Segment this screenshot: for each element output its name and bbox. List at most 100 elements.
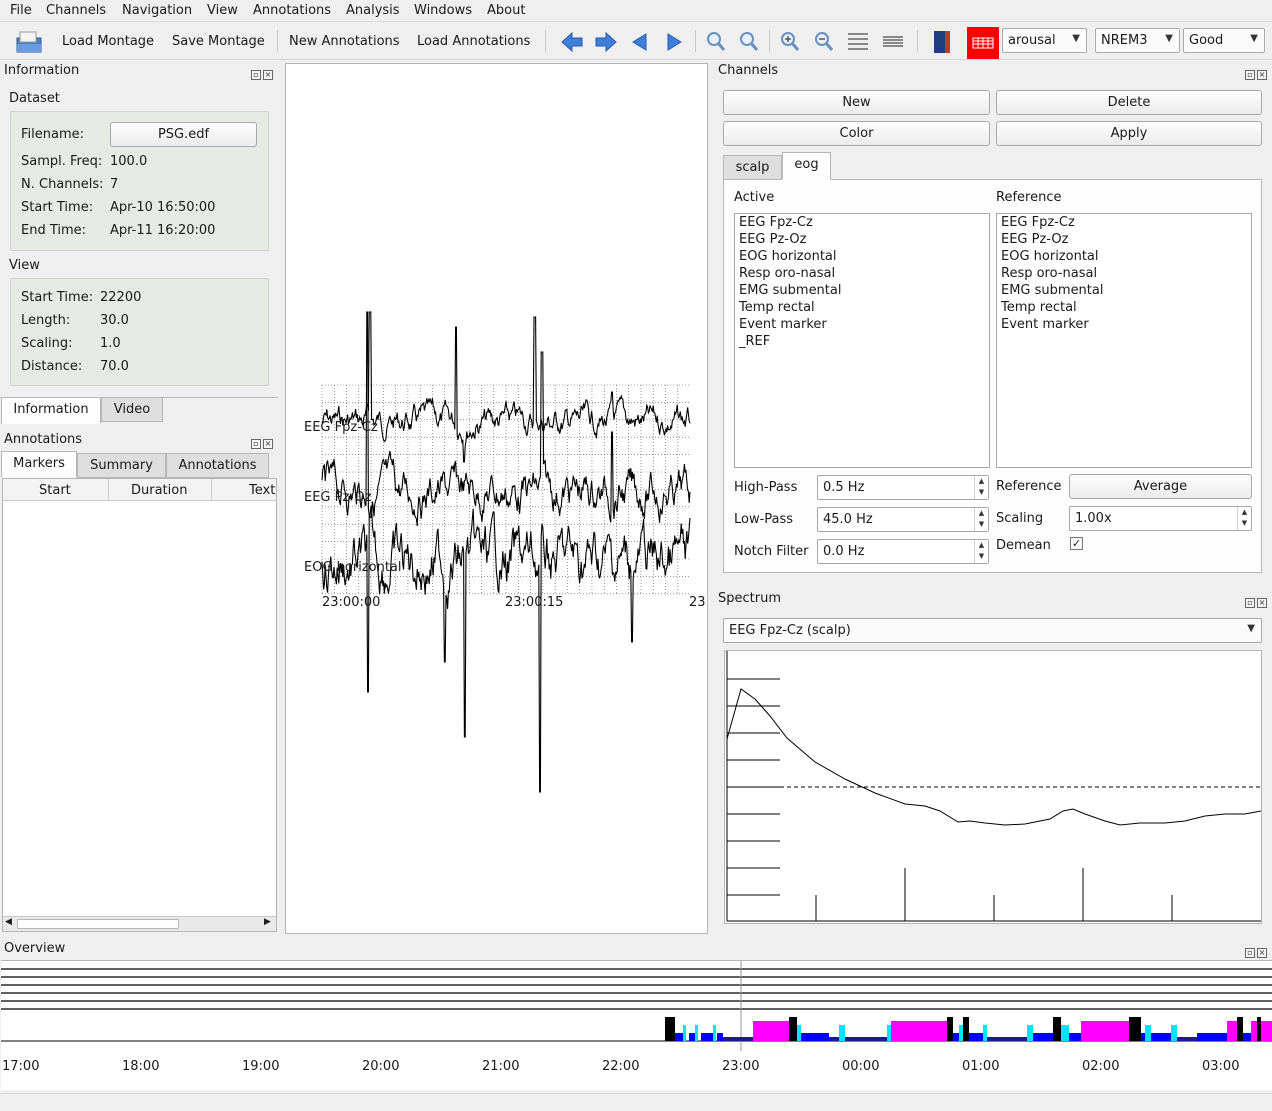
column-duration[interactable]: Duration: [131, 483, 187, 498]
list-item[interactable]: EEG Pz-Oz: [739, 232, 806, 247]
spectrum-channel-select[interactable]: EEG Fpz-Cz (scalp) ▼: [723, 618, 1262, 643]
menu-view[interactable]: View: [207, 3, 238, 18]
dock-buttons[interactable]: ▫ ×: [1245, 944, 1269, 958]
menu-file[interactable]: File: [10, 3, 32, 18]
spin-arrows-icon[interactable]: ▲ ▼: [1237, 507, 1251, 530]
tab-markers[interactable]: Markers: [1, 451, 77, 478]
zoom-time-out-icon[interactable]: [738, 30, 760, 54]
tab-eog[interactable]: eog: [782, 152, 831, 180]
decrease-distance-icon[interactable]: [881, 31, 905, 53]
close-icon[interactable]: ×: [263, 439, 273, 449]
tab-scalp[interactable]: scalp: [723, 155, 782, 180]
close-icon[interactable]: ×: [1257, 598, 1267, 608]
increase-distance-icon[interactable]: [846, 31, 870, 53]
delete-channel-button[interactable]: Delete: [996, 90, 1262, 115]
signal-view[interactable]: EEG Fpz-Cz EEG Pz-Oz EOG horizontal 23:0…: [285, 63, 708, 934]
scrollbar-thumb[interactable]: [17, 919, 179, 929]
tab-annotations[interactable]: Annotations: [166, 453, 269, 478]
filename-button[interactable]: PSG.edf: [110, 122, 257, 147]
menu-about[interactable]: About: [487, 3, 525, 18]
table-header: Start Duration Text: [3, 479, 276, 501]
horizontal-scrollbar[interactable]: ◀ ▶: [3, 916, 276, 931]
scroll-right-icon[interactable]: ▶: [264, 917, 271, 927]
demean-checkbox[interactable]: ✓: [1070, 537, 1083, 550]
event-type-select[interactable]: arousal ▼: [1002, 28, 1087, 53]
save-montage-button[interactable]: Save Montage: [172, 34, 265, 49]
dock-buttons[interactable]: ▫ ×: [251, 435, 275, 449]
zoom-in-icon[interactable]: [779, 30, 801, 54]
overview-plot[interactable]: 17:00 18:00 19:00 20:00 21:00 22:00 23:0…: [1, 960, 1272, 1090]
zoom-out-icon[interactable]: [813, 30, 835, 54]
zoom-time-in-icon[interactable]: [705, 30, 727, 54]
apply-button[interactable]: Apply: [996, 121, 1262, 146]
toggle-annotations-icon[interactable]: [931, 29, 953, 55]
page-back-icon[interactable]: [560, 31, 584, 53]
scroll-left-icon[interactable]: ◀: [5, 917, 12, 927]
float-icon[interactable]: ▫: [251, 70, 261, 80]
markers-table[interactable]: Start Duration Text ◀ ▶: [2, 478, 277, 932]
reference-average-button[interactable]: Average: [1069, 474, 1252, 499]
close-icon[interactable]: ×: [263, 70, 273, 80]
hypnogram-segment: [801, 1033, 829, 1041]
notch-spinbox[interactable]: 0.0 Hz ▲ ▼: [817, 539, 989, 564]
hypnogram-segment: [1237, 1017, 1243, 1041]
active-channel-list[interactable]: EEG Fpz-Cz EEG Pz-Oz EOG horizontal Resp…: [734, 213, 990, 468]
toggle-overview-button[interactable]: [967, 27, 999, 59]
color-button[interactable]: Color: [723, 121, 990, 146]
list-item[interactable]: Temp rectal: [1001, 300, 1077, 315]
reference-channel-list[interactable]: EEG Fpz-Cz EEG Pz-Oz EOG horizontal Resp…: [996, 213, 1252, 468]
overview-canvas[interactable]: [1, 961, 1272, 1051]
list-item[interactable]: Event marker: [1001, 317, 1089, 332]
tab-summary[interactable]: Summary: [77, 453, 166, 478]
list-item[interactable]: Resp oro-nasal: [739, 266, 835, 281]
close-icon[interactable]: ×: [1257, 948, 1267, 958]
list-item[interactable]: Resp oro-nasal: [1001, 266, 1097, 281]
spin-arrows-icon[interactable]: ▲ ▼: [974, 540, 988, 563]
float-icon[interactable]: ▫: [1245, 948, 1255, 958]
list-item[interactable]: EEG Pz-Oz: [1001, 232, 1068, 247]
dock-buttons[interactable]: ▫ ×: [1245, 594, 1269, 608]
spin-arrows-icon[interactable]: ▲ ▼: [974, 508, 988, 531]
dock-buttons[interactable]: ▫ ×: [1245, 66, 1269, 80]
menu-windows[interactable]: Windows: [414, 3, 472, 18]
tab-video[interactable]: Video: [101, 398, 163, 422]
spin-arrows-icon[interactable]: ▲ ▼: [974, 476, 988, 499]
dock-buttons[interactable]: ▫ ×: [251, 66, 275, 80]
list-item[interactable]: Temp rectal: [739, 300, 815, 315]
column-text[interactable]: Text: [249, 483, 276, 498]
menu-channels[interactable]: Channels: [46, 3, 106, 18]
menu-navigation[interactable]: Navigation: [122, 3, 192, 18]
quality-select[interactable]: Good ▼: [1183, 28, 1265, 53]
column-start[interactable]: Start: [39, 483, 71, 498]
channel-scaling-spinbox[interactable]: 1.00x ▲ ▼: [1069, 506, 1252, 531]
step-forward-icon[interactable]: [664, 31, 684, 53]
new-annotations-button[interactable]: New Annotations: [289, 34, 400, 49]
list-item[interactable]: EEG Fpz-Cz: [1001, 215, 1075, 230]
overview-time-label: 02:00: [1082, 1059, 1120, 1074]
list-item[interactable]: Event marker: [739, 317, 827, 332]
list-item[interactable]: EEG Fpz-Cz: [739, 215, 813, 230]
load-montage-button[interactable]: Load Montage: [62, 34, 154, 49]
list-item[interactable]: EOG horizontal: [1001, 249, 1099, 264]
spectrum-plot[interactable]: [724, 650, 1262, 924]
page-forward-icon[interactable]: [594, 31, 618, 53]
close-icon[interactable]: ×: [1257, 70, 1267, 80]
list-item[interactable]: EMG submental: [1001, 283, 1103, 298]
float-icon[interactable]: ▫: [1245, 70, 1255, 80]
float-icon[interactable]: ▫: [251, 439, 261, 449]
highpass-spinbox[interactable]: 0.5 Hz ▲ ▼: [817, 475, 989, 500]
step-back-icon[interactable]: [630, 31, 650, 53]
menu-annotations[interactable]: Annotations: [253, 3, 331, 18]
float-icon[interactable]: ▫: [1245, 598, 1255, 608]
load-annotations-button[interactable]: Load Annotations: [417, 34, 530, 49]
list-item[interactable]: EMG submental: [739, 283, 841, 298]
list-item[interactable]: _REF: [739, 334, 770, 349]
open-file-icon[interactable]: [14, 29, 44, 55]
list-item[interactable]: EOG horizontal: [739, 249, 837, 264]
menu-analysis[interactable]: Analysis: [346, 3, 400, 18]
lowpass-spinbox[interactable]: 45.0 Hz ▲ ▼: [817, 507, 989, 532]
new-channel-button[interactable]: New: [723, 90, 990, 115]
sleep-stage-select[interactable]: NREM3 ▼: [1095, 28, 1180, 53]
end-time-value: Apr-11 16:20:00: [110, 223, 216, 238]
tab-information[interactable]: Information: [1, 398, 101, 424]
